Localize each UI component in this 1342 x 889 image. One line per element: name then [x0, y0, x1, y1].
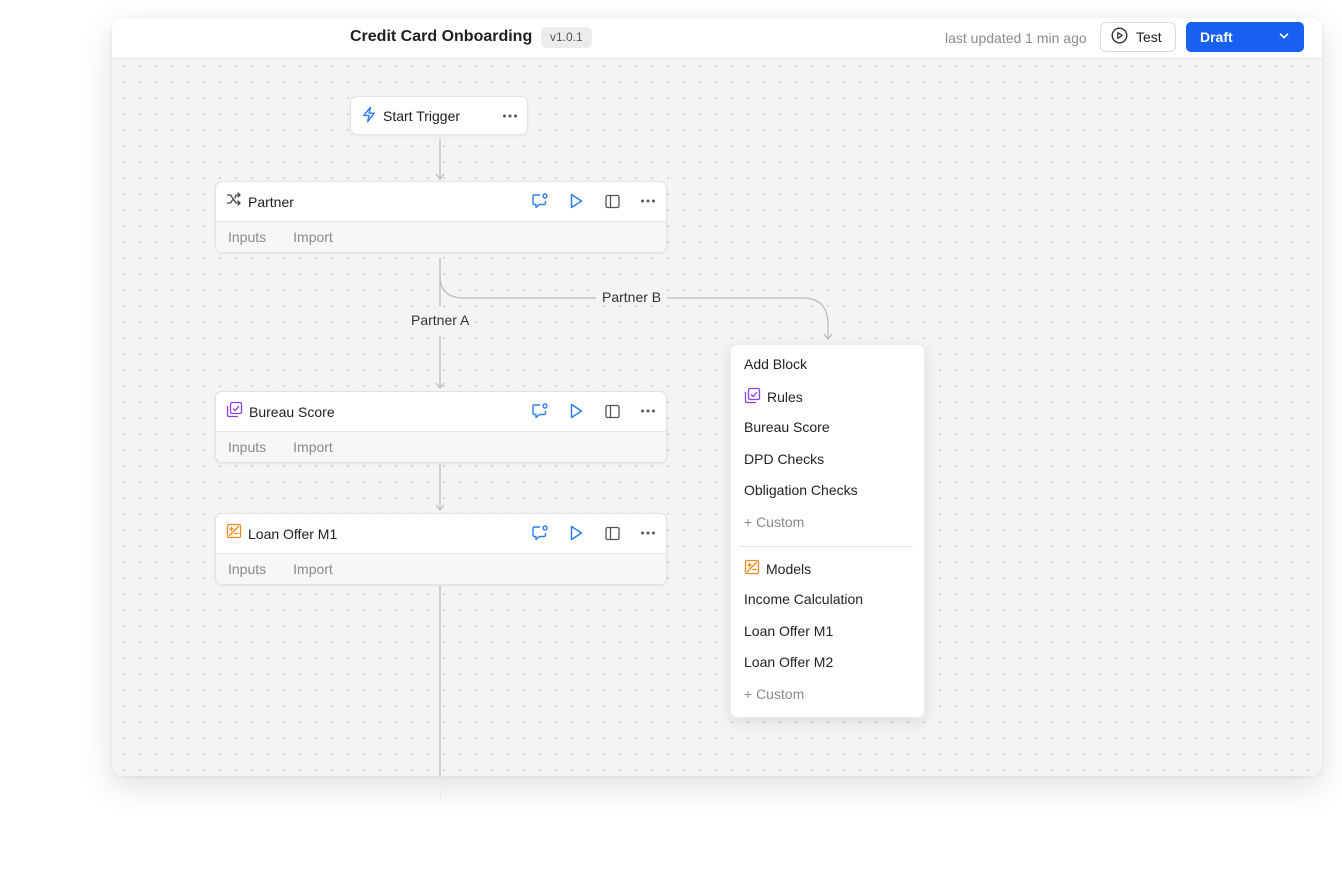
node-title: Loan Offer M1: [248, 525, 338, 542]
lightning-icon: [361, 106, 377, 126]
node-title: Bureau Score: [249, 403, 335, 420]
test-button[interactable]: Test: [1100, 22, 1176, 52]
import-tab[interactable]: Import: [293, 561, 333, 577]
import-tab[interactable]: Import: [293, 229, 333, 245]
play-icon[interactable]: [566, 523, 586, 543]
loan-offer-m1-node[interactable]: Loan Offer M1 Inputs Import: [215, 513, 667, 585]
model-icon: [744, 559, 760, 578]
comment-icon[interactable]: [530, 401, 550, 421]
more-options-icon[interactable]: [638, 401, 658, 421]
add-block-menu: Add Block Rules Bureau Score DPD Checks …: [730, 344, 925, 718]
rules-icon: [744, 387, 761, 407]
model-icon: [226, 523, 242, 544]
more-options-icon[interactable]: [501, 106, 519, 129]
play-icon[interactable]: [566, 191, 586, 211]
inputs-tab[interactable]: Inputs: [228, 561, 266, 577]
menu-item[interactable]: Bureau Score: [744, 419, 830, 435]
menu-custom-models[interactable]: + Custom: [744, 686, 804, 702]
menu-models-header: Models: [744, 559, 811, 578]
partner-node[interactable]: Partner Inputs Import: [215, 181, 667, 253]
edge-label-partner-a: Partner A: [405, 312, 476, 328]
menu-item[interactable]: DPD Checks: [744, 451, 824, 467]
comment-icon[interactable]: [530, 523, 550, 543]
chevron-down-icon: [1278, 29, 1290, 45]
start-trigger-node[interactable]: Start Trigger: [350, 96, 528, 135]
draft-button-label: Draft: [1200, 29, 1233, 45]
start-trigger-label: Start Trigger: [383, 107, 461, 124]
menu-title: Add Block: [744, 356, 808, 372]
menu-item[interactable]: Loan Offer M2: [744, 654, 833, 670]
panel-toggle-icon[interactable]: [602, 191, 622, 211]
menu-item[interactable]: Obligation Checks: [744, 482, 858, 498]
rules-icon: [226, 401, 243, 423]
shuffle-icon: [226, 191, 242, 212]
import-tab[interactable]: Import: [293, 439, 333, 455]
menu-item[interactable]: Loan Offer M1: [744, 623, 833, 639]
panel-toggle-icon[interactable]: [602, 401, 622, 421]
window-reflection: [440, 776, 441, 802]
workflow-window: Credit Card Onboarding v1.0.1 last updat…: [112, 18, 1322, 776]
inputs-tab[interactable]: Inputs: [228, 229, 266, 245]
menu-item[interactable]: Income Calculation: [744, 591, 863, 607]
node-title: Partner: [248, 193, 294, 210]
menu-divider: [739, 546, 913, 547]
play-icon[interactable]: [566, 401, 586, 421]
menu-rules-label: Rules: [767, 389, 803, 405]
play-circle-icon: [1111, 27, 1128, 47]
last-updated-text: last updated 1 min ago: [945, 30, 1087, 46]
more-options-icon[interactable]: [638, 523, 658, 543]
top-bar: Credit Card Onboarding v1.0.1 last updat…: [112, 18, 1322, 59]
draft-dropdown-button[interactable]: Draft: [1186, 22, 1304, 52]
bureau-score-node[interactable]: Bureau Score Inputs Import: [215, 391, 667, 463]
workflow-title: Credit Card Onboarding: [350, 28, 533, 45]
menu-custom-rules[interactable]: + Custom: [744, 514, 804, 530]
comment-icon[interactable]: [530, 191, 550, 211]
menu-models-label: Models: [766, 560, 812, 577]
panel-toggle-icon[interactable]: [602, 523, 622, 543]
edge-label-partner-b: Partner B: [596, 289, 668, 305]
menu-rules-header: Rules: [744, 387, 803, 407]
inputs-tab[interactable]: Inputs: [228, 439, 266, 455]
more-options-icon[interactable]: [638, 191, 658, 211]
test-button-label: Test: [1136, 29, 1162, 45]
version-badge: v1.0.1: [541, 27, 592, 48]
